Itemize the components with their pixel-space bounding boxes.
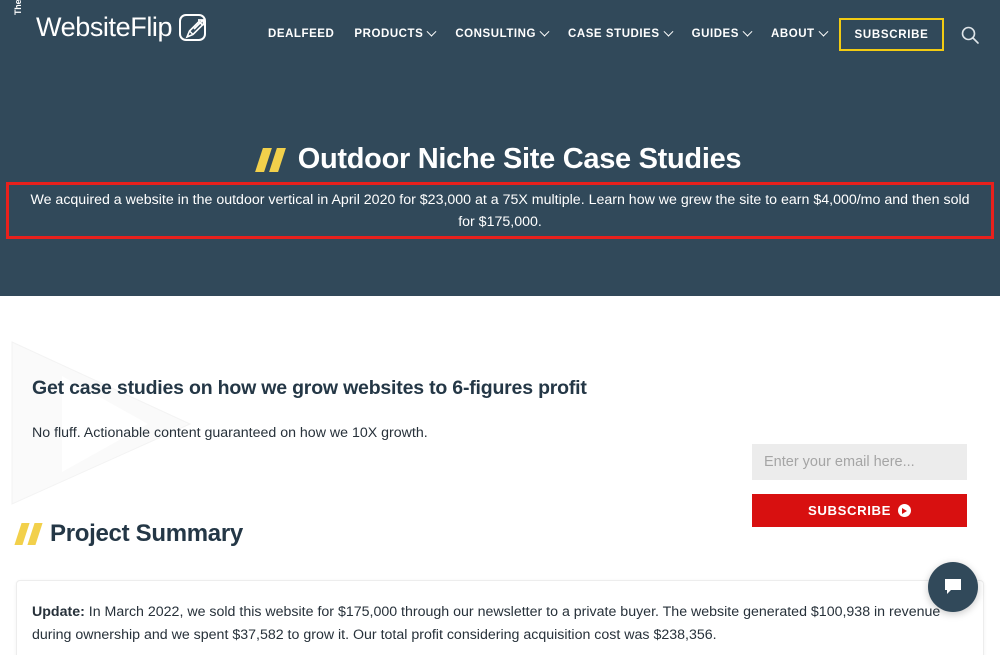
nav-item-guides[interactable]: GUIDES [682,22,761,46]
subscribe-button-label: SUBSCRIBE [807,503,892,518]
chevron-down-icon [818,26,829,37]
chat-bubble-icon[interactable] [928,562,978,612]
optin-heading: Get case studies on how we grow websites… [32,377,587,399]
nav-item-dealfeed[interactable]: DEALFEED [258,22,344,46]
double-slash-icon [14,523,43,545]
nav-item-consulting[interactable]: CONSULTING [445,22,558,46]
email-optin-card: Get case studies on how we grow websites… [16,354,984,527]
project-summary-header: Project Summary [14,520,243,548]
chevron-down-icon [663,26,674,37]
double-slash-icon [254,147,286,172]
arrow-right-icon [898,504,912,517]
optin-subheading: No fluff. Actionable content guaranteed … [32,425,428,441]
nav-item-label: PRODUCTS [354,28,424,40]
hero-title-row: Outdoor Niche Site Case Studies [0,143,1000,176]
nav-subscribe-label: SUBSCRIBE [854,28,929,41]
page-root: The WebsiteFlip DEALFEED PRODUCTS CONSUL… [0,0,1000,655]
nav-item-label: ABOUT [771,28,815,40]
nav-item-label: DEALFEED [268,28,335,40]
logo-wordmark: The WebsiteFlip [13,0,173,42]
section-title: Project Summary [50,520,243,547]
pencil-arrow-icon [179,14,207,41]
email-field[interactable] [752,444,967,480]
chevron-down-icon [539,26,550,37]
search-icon[interactable] [959,24,981,46]
chevron-down-icon [426,26,437,37]
nav-item-products[interactable]: PRODUCTS [344,22,445,46]
subscribe-button[interactable]: SUBSCRIBE [752,494,967,527]
nav-links: DEALFEED PRODUCTS CONSULTING CASE STUDIE… [258,0,837,68]
hero-description-highlight: We acquired a website in the outdoor ver… [6,182,994,239]
update-label: Update: [32,604,85,620]
nav-item-case-studies[interactable]: CASE STUDIES [558,22,682,46]
summary-paragraph: Update: In March 2022, we sold this webs… [32,601,970,647]
update-body: In March 2022, we sold this website for … [32,604,941,643]
page-title: Outdoor Niche Site Case Studies [297,143,742,175]
nav-item-label: GUIDES [691,28,739,40]
nav-item-label: CONSULTING [455,28,536,40]
navigation-bar: The WebsiteFlip DEALFEED PRODUCTS CONSUL… [0,0,1000,68]
nav-item-label: CASE STUDIES [568,28,660,40]
nav-subscribe-button[interactable]: SUBSCRIBE [839,18,944,51]
logo-brand-name: WebsiteFlip [36,12,173,42]
site-logo[interactable]: The WebsiteFlip [13,0,207,42]
logo-the-text: The [13,0,23,15]
main-content: Get case studies on how we grow websites… [0,296,1000,655]
nav-item-about[interactable]: ABOUT [761,22,837,46]
hero-section: The WebsiteFlip DEALFEED PRODUCTS CONSUL… [0,0,1000,296]
hero-description-text: We acquired a website in the outdoor ver… [30,191,970,230]
chevron-down-icon [742,26,753,37]
project-summary-card: Update: In March 2022, we sold this webs… [16,580,984,655]
